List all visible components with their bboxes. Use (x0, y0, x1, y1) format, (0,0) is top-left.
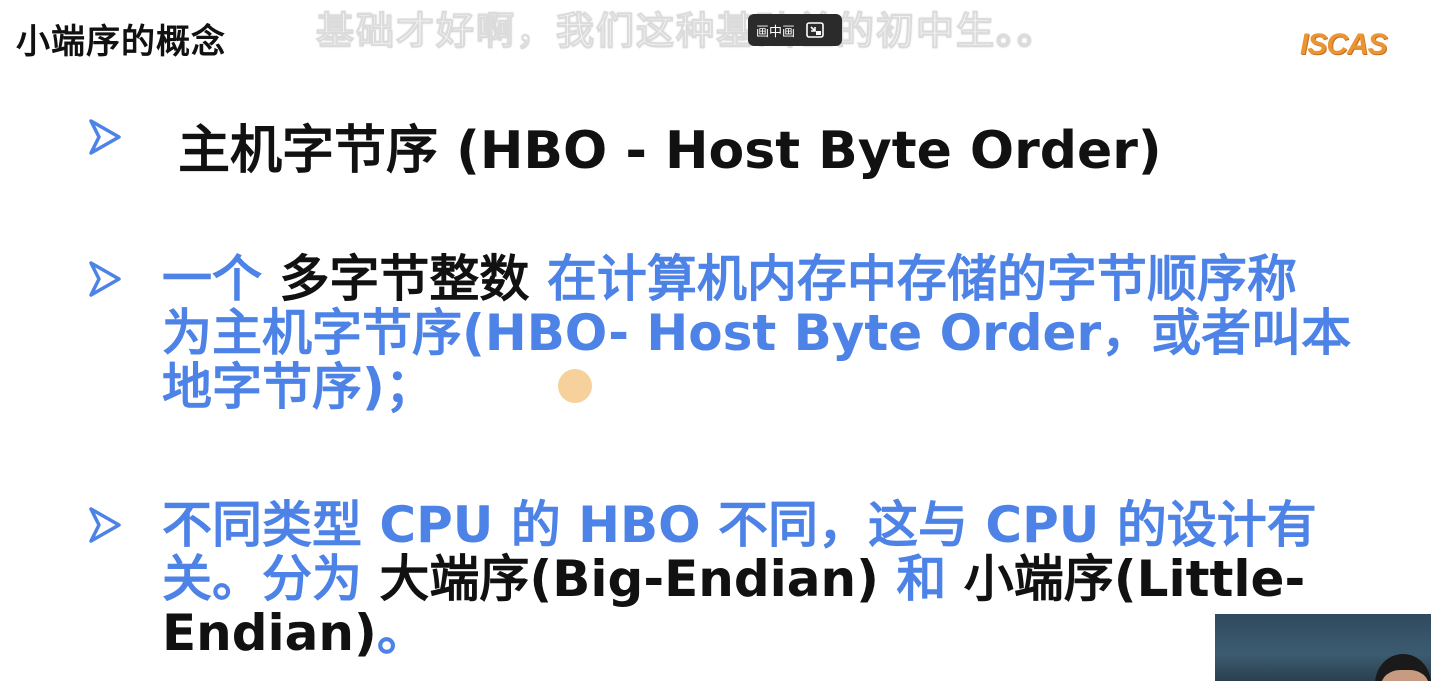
arrow-bullet-icon (89, 507, 121, 543)
laser-pointer (558, 369, 592, 403)
p1-text-a: 一个 (162, 250, 280, 308)
webcam-overlay (1215, 614, 1431, 681)
exit-fullscreen-icon[interactable] (805, 20, 825, 40)
pip-toolbar[interactable]: 画中画 (748, 14, 842, 46)
p2-text-d: 小端序(Little- (963, 550, 1306, 608)
paragraph2-line1: 不同类型 CPU 的 HBO 不同，这与 CPU 的设计有 (162, 496, 1317, 554)
paragraph1-line3: 地字节序)； (162, 358, 435, 416)
p2-text-f: 。 (376, 604, 427, 662)
subtitle-overlay: 基础才好啊，我们这种基础差的初中生。。 (315, 9, 1058, 54)
paragraph1-line2: 为主机字节序(HBO- Host Byte Order，或者叫本 (162, 304, 1352, 362)
p2-text-c: 和 (878, 550, 964, 608)
iscas-logo: ISCAS (1300, 28, 1388, 61)
p2-text-a: 关。分为 (162, 550, 380, 608)
p2-text-b: 大端序(Big-Endian) (379, 550, 879, 608)
paragraph1-line1: 一个 多字节整数 在计算机内存中存储的字节顺序称 (162, 252, 1297, 306)
video-frame: 小端序的概念 基础才好啊，我们这种基础差的初中生。。 画中画 ISCAS 主机字… (0, 0, 1431, 681)
heading-hbo: 主机字节序 (HBO - Host Byte Order) (178, 121, 1162, 181)
p2-text-e: Endian) (162, 604, 377, 662)
slide-title: 小端序的概念 (16, 22, 226, 62)
p1-text-c: 在计算机内存中存储的字节顺序称 (529, 250, 1297, 308)
pip-button-label[interactable]: 画中画 (756, 21, 795, 40)
arrow-bullet-icon (89, 261, 121, 297)
paragraph2-line3: Endian)。 (162, 606, 427, 660)
paragraph2-line2: 关。分为 大端序(Big-Endian) 和 小端序(Little- (162, 552, 1305, 606)
p1-text-b: 多字节整数 (279, 250, 530, 308)
arrow-bullet-icon (89, 119, 121, 155)
